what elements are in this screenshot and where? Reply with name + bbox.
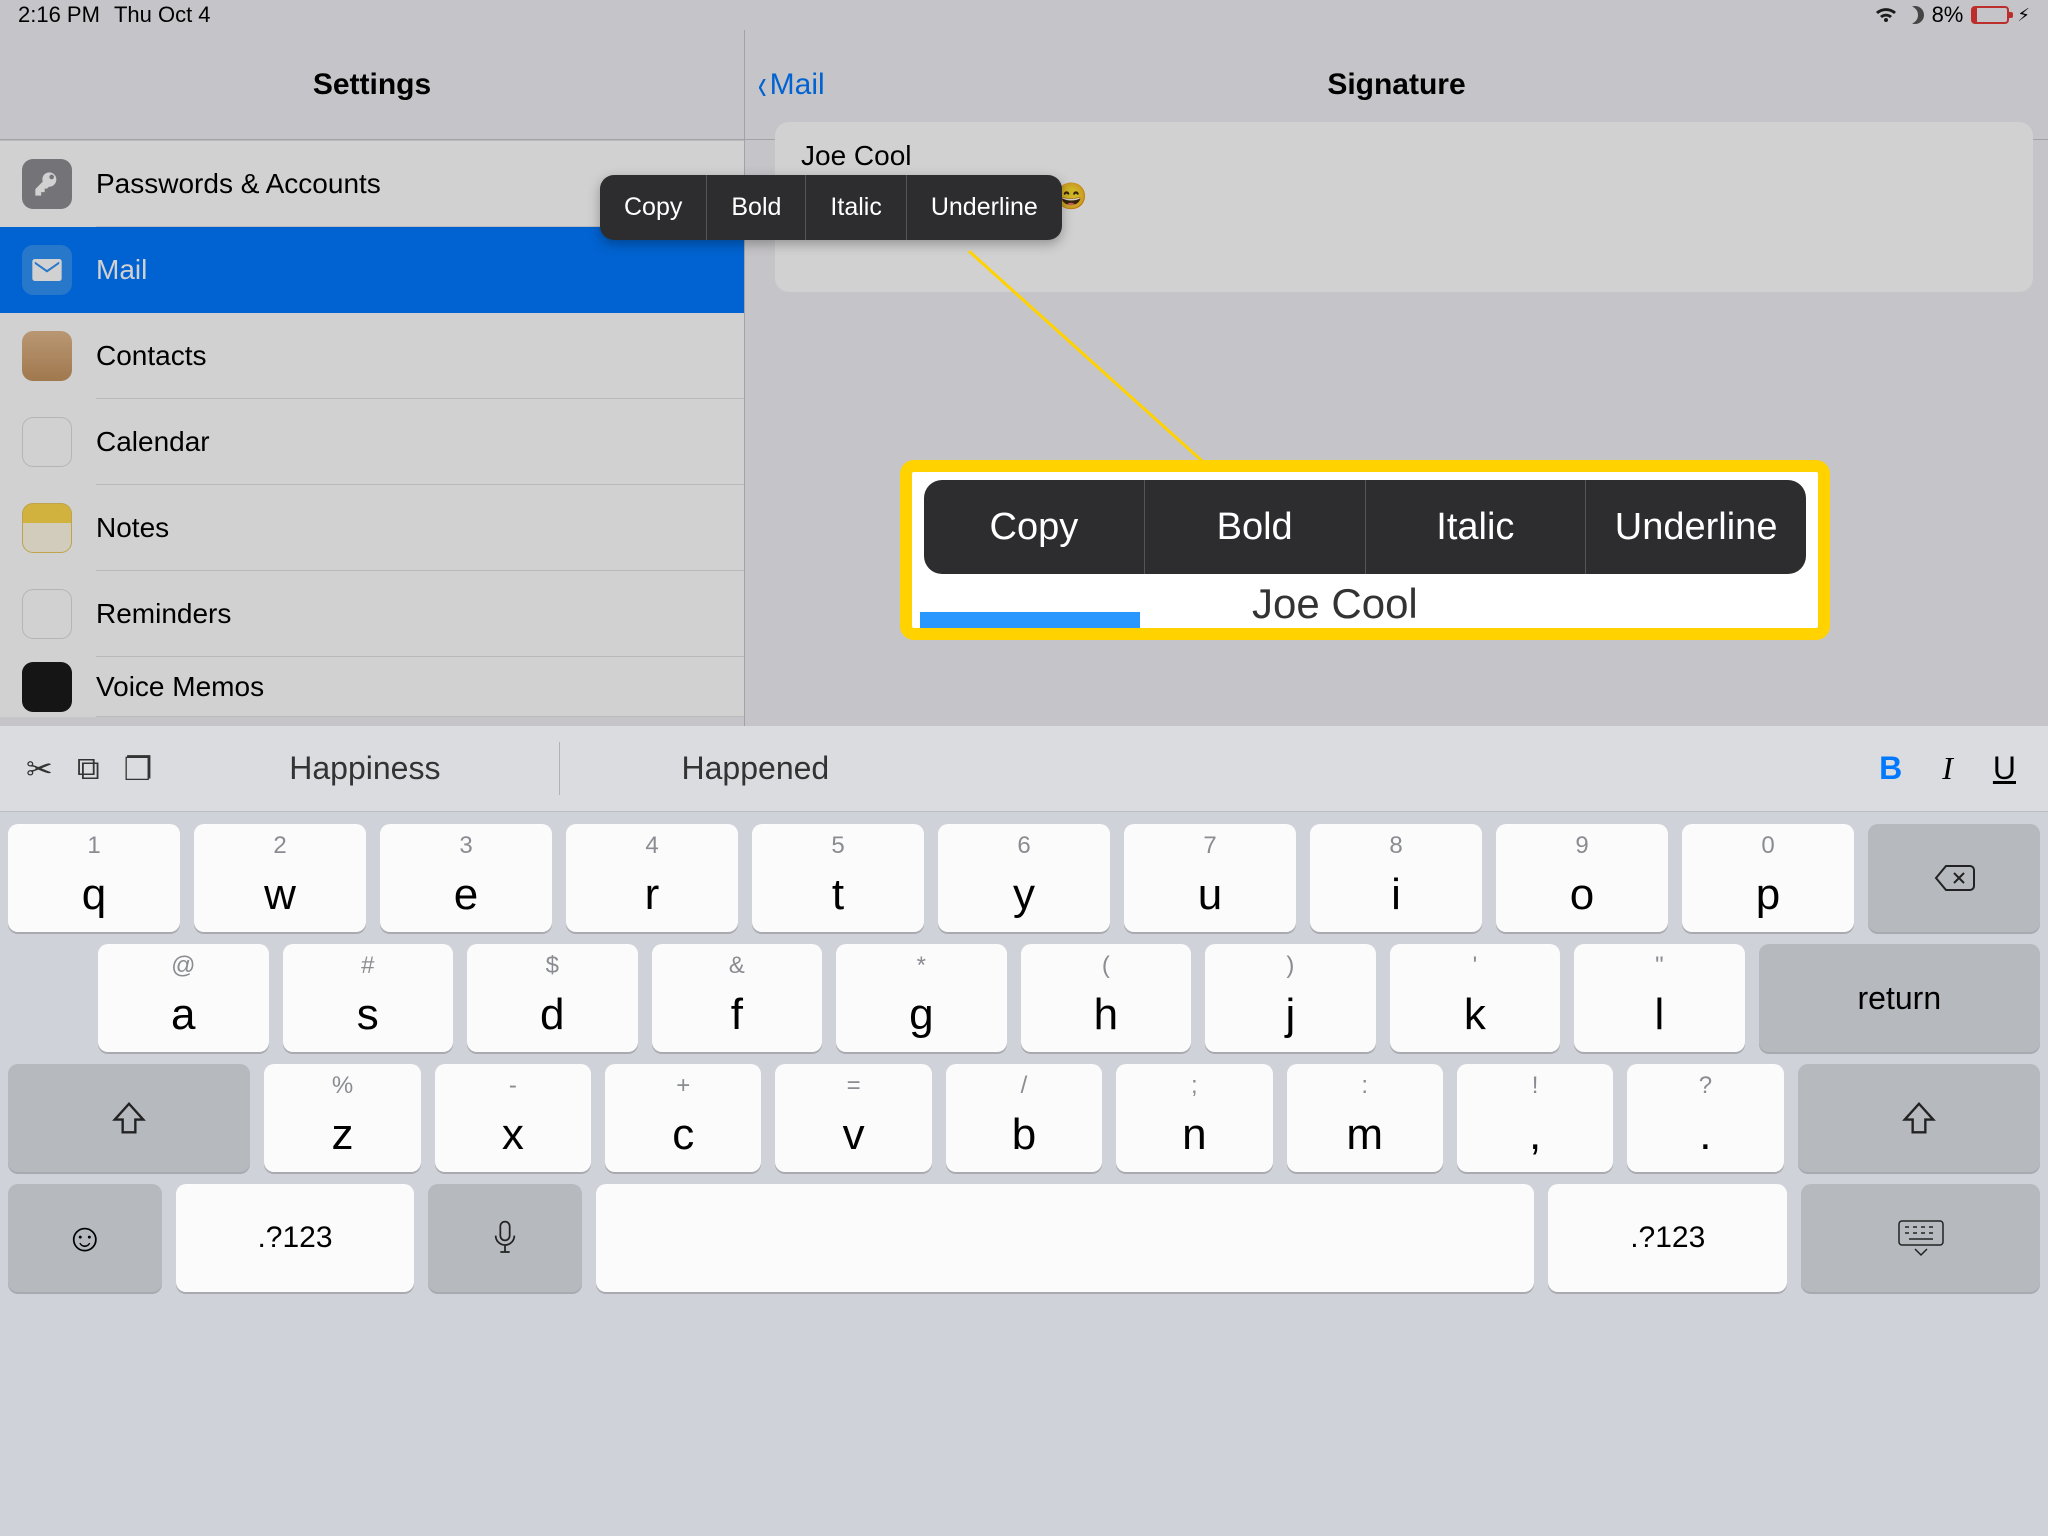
callout-ctx-bold[interactable]: Bold (1145, 480, 1366, 574)
cut-icon[interactable]: ✂︎ (26, 750, 53, 788)
key-u[interactable]: 7u (1124, 824, 1296, 932)
key-icon (22, 159, 72, 209)
dnd-moon-icon (1906, 6, 1924, 24)
sidebar-item-calendar[interactable]: Calendar (0, 399, 744, 485)
callout-ctx-underline[interactable]: Underline (1586, 480, 1806, 574)
prediction-2[interactable]: Happened (560, 742, 950, 795)
ctx-italic[interactable]: Italic (806, 175, 906, 240)
sidebar-item-label: Calendar (96, 399, 744, 485)
key-row-1: 1q 2w 3e 4r 5t 6y 7u 8i 9o 0p (0, 812, 2048, 932)
key-v[interactable]: =v (775, 1064, 931, 1172)
sidebar-item-label: Contacts (96, 313, 744, 399)
copy-icon[interactable]: ⧉ (77, 750, 100, 788)
callout-signature-line1: Joe Cool (1252, 580, 1418, 628)
signature-line1: Joe Cool (801, 140, 2007, 172)
key-d[interactable]: $d (467, 944, 638, 1052)
key-backspace[interactable] (1868, 824, 2040, 932)
key-emoji[interactable]: ☺ (8, 1184, 162, 1292)
key-j[interactable]: )j (1205, 944, 1376, 1052)
key-a[interactable]: @a (98, 944, 269, 1052)
key-b[interactable]: /b (946, 1064, 1102, 1172)
callout-ctx-copy[interactable]: Copy (924, 480, 1145, 574)
ctx-copy[interactable]: Copy (600, 175, 707, 240)
key-shift-left[interactable] (8, 1064, 250, 1172)
callout-zoom: Copy Bold Italic Underline Joe Cool (900, 460, 1830, 640)
reminders-icon (22, 589, 72, 639)
key-f[interactable]: &f (652, 944, 823, 1052)
format-underline[interactable]: U (1993, 750, 2016, 787)
status-bar: 2:16 PM Thu Oct 4 8% ⚡︎ (0, 0, 2048, 30)
predictive-bar: ✂︎ ⧉ ❐ Happiness Happened B I U (0, 726, 2048, 812)
callout-context-menu: Copy Bold Italic Underline (924, 480, 1806, 574)
key-i[interactable]: 8i (1310, 824, 1482, 932)
wifi-icon (1874, 6, 1898, 24)
sidebar-item-notes[interactable]: Notes (0, 485, 744, 571)
format-italic[interactable]: I (1942, 750, 1953, 787)
text-context-menu: Copy Bold Italic Underline (600, 175, 1062, 240)
key-c[interactable]: +c (605, 1064, 761, 1172)
key-numbers-right[interactable]: .?123 (1548, 1184, 1787, 1292)
battery-icon (1971, 6, 2009, 24)
key-comma[interactable]: !, (1457, 1064, 1613, 1172)
settings-title: Settings (313, 68, 431, 102)
voice-memos-icon (22, 662, 72, 712)
key-s[interactable]: #s (283, 944, 454, 1052)
key-y[interactable]: 6y (938, 824, 1110, 932)
chevron-left-icon: ‹ (758, 63, 767, 107)
key-g[interactable]: *g (836, 944, 1007, 1052)
key-w[interactable]: 2w (194, 824, 366, 932)
sidebar-item-label: Reminders (96, 571, 744, 657)
back-label: Mail (770, 68, 825, 102)
key-n[interactable]: ;n (1116, 1064, 1272, 1172)
key-q[interactable]: 1q (8, 824, 180, 932)
notes-icon (22, 503, 72, 553)
mail-icon (22, 245, 72, 295)
key-x[interactable]: -x (435, 1064, 591, 1172)
key-r[interactable]: 4r (566, 824, 738, 932)
prediction-1[interactable]: Happiness (170, 742, 560, 795)
sidebar-item-contacts[interactable]: Contacts (0, 313, 744, 399)
key-space[interactable] (596, 1184, 1534, 1292)
contacts-icon (22, 331, 72, 381)
key-p[interactable]: 0p (1682, 824, 1854, 932)
key-l[interactable]: "l (1574, 944, 1745, 1052)
key-numbers-left[interactable]: .?123 (176, 1184, 415, 1292)
key-return[interactable]: return (1759, 944, 2040, 1052)
key-k[interactable]: 'k (1390, 944, 1561, 1052)
back-button[interactable]: ‹ Mail (755, 63, 825, 107)
key-row-4: ☺ .?123 .?123 (0, 1172, 2048, 1304)
sidebar-item-reminders[interactable]: Reminders (0, 571, 744, 657)
sidebar-item-voice-memos[interactable]: Voice Memos (0, 657, 744, 717)
key-z[interactable]: %z (264, 1064, 420, 1172)
key-period[interactable]: ?. (1627, 1064, 1783, 1172)
ctx-bold[interactable]: Bold (707, 175, 806, 240)
format-bold[interactable]: B (1879, 750, 1902, 787)
onscreen-keyboard: ✂︎ ⧉ ❐ Happiness Happened B I U 1q 2w 3e… (0, 726, 2048, 1536)
key-row-3: %z -x +c =v /b ;n :m !, ?. (0, 1052, 2048, 1172)
key-m[interactable]: :m (1287, 1064, 1443, 1172)
calendar-icon (22, 417, 72, 467)
key-dismiss-keyboard[interactable] (1801, 1184, 2040, 1292)
paste-icon[interactable]: ❐ (124, 750, 153, 788)
detail-title: Signature (1327, 68, 1465, 102)
key-h[interactable]: (h (1021, 944, 1192, 1052)
settings-header: Settings (0, 30, 744, 140)
key-row-2: @a #s $d &f *g (h )j 'k "l return (0, 932, 2048, 1052)
key-e[interactable]: 3e (380, 824, 552, 932)
key-shift-right[interactable] (1798, 1064, 2040, 1172)
key-o[interactable]: 9o (1496, 824, 1668, 932)
status-time: 2:16 PM (18, 2, 100, 28)
sidebar-item-label: Voice Memos (96, 657, 744, 717)
battery-percent: 8% (1932, 2, 1964, 28)
sidebar-item-label: Notes (96, 485, 744, 571)
ctx-underline[interactable]: Underline (907, 175, 1062, 240)
charging-icon: ⚡︎ (2017, 5, 2030, 26)
key-dictation[interactable] (428, 1184, 582, 1292)
status-date: Thu Oct 4 (114, 2, 211, 28)
callout-ctx-italic[interactable]: Italic (1366, 480, 1587, 574)
key-t[interactable]: 5t (752, 824, 924, 932)
